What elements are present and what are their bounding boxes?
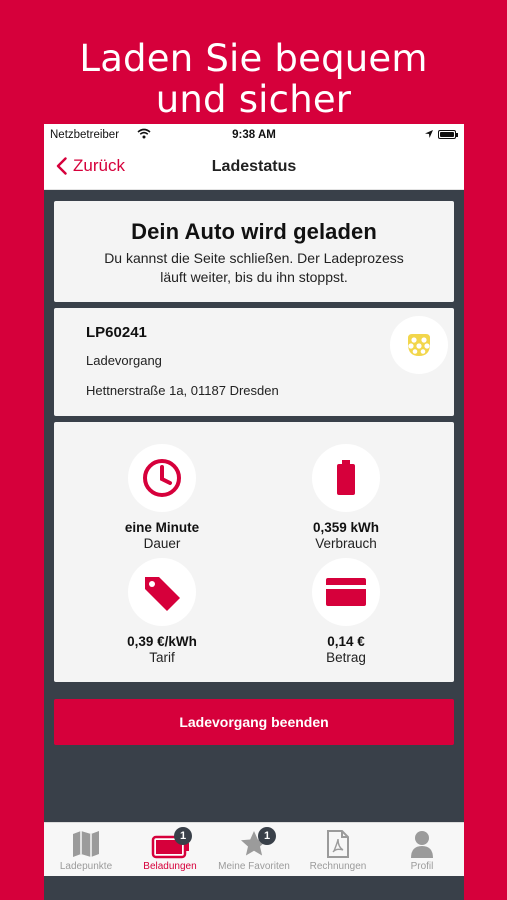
price-tag-icon	[128, 558, 196, 626]
consumption-value: 0,359 kWh	[312, 520, 380, 535]
battery-status-icon	[438, 130, 458, 139]
phone-screen: Netzbetreiber 9:38 AM Zurück Ladestatus …	[44, 124, 464, 900]
tab-rechnungen[interactable]: Rechnungen	[296, 823, 380, 877]
clock-time: 9:38 AM	[232, 129, 276, 141]
stat-duration: eine Minute Dauer	[62, 444, 262, 551]
duration-label: Dauer	[143, 536, 181, 551]
amount-value: 0,14 €	[327, 634, 365, 649]
tab-label: Profil	[410, 861, 434, 872]
plug-type2-icon	[390, 316, 448, 374]
battery-icon	[312, 444, 380, 512]
station-card: LP60241 Ladevorgang Hettnerstraße 1a, 01…	[54, 308, 454, 416]
promo-headline: Laden Sie bequem und sicher	[0, 38, 507, 120]
tariff-value: 0,39 €/kWh	[127, 634, 197, 649]
promo-line-2: und sicher	[155, 78, 352, 121]
location-arrow-icon	[424, 129, 434, 142]
pdf-document-icon	[327, 830, 349, 858]
tab-beladungen[interactable]: 1 Beladungen	[128, 823, 212, 877]
tab-favoriten[interactable]: 1 Meine Favoriten	[212, 823, 296, 877]
amount-label: Betrag	[326, 650, 366, 665]
map-icon	[73, 831, 99, 857]
tab-bar: Ladepunkte 1 Beladungen 1 Meine Favorite…	[44, 822, 464, 876]
promo-line-1: Laden Sie bequem	[79, 37, 428, 80]
charging-status-card: Dein Auto wird geladen Du kannst die Sei…	[54, 201, 454, 302]
charging-info-line-1: Du kannst die Seite schließen. Der Ladep…	[104, 250, 404, 266]
duration-value: eine Minute	[124, 520, 200, 535]
stat-tariff: 0,39 €/kWh Tarif	[62, 558, 262, 665]
charging-info-line-2: läuft weiter, bis du ihn stoppst.	[160, 269, 348, 285]
charging-heading: Dein Auto wird geladen	[131, 219, 377, 244]
charging-info-text: Du kannst die Seite schließen. Der Ladep…	[54, 249, 454, 287]
tab-badge: 1	[174, 827, 192, 845]
status-bar: Netzbetreiber 9:38 AM	[44, 124, 464, 146]
tariff-label: Tarif	[149, 650, 175, 665]
tab-label: Beladungen	[143, 861, 197, 872]
station-type: Ladevorgang	[86, 353, 162, 368]
page-title: Ladestatus	[211, 158, 297, 175]
tab-label: Ladepunkte	[59, 861, 113, 872]
stat-consumption: 0,359 kWh Verbrauch	[246, 444, 446, 551]
tab-label: Meine Favoriten	[218, 861, 290, 872]
tab-ladepunkte[interactable]: Ladepunkte	[44, 823, 128, 877]
consumption-label: Verbrauch	[315, 536, 377, 551]
station-address: Hettnerstraße 1a, 01187 Dresden	[86, 383, 279, 398]
tab-profil[interactable]: Profil	[380, 823, 464, 877]
credit-card-icon	[312, 558, 380, 626]
tab-badge: 1	[258, 827, 276, 845]
charging-stats-card: eine Minute Dauer 0,359 kWh Verbrauch 0,…	[54, 422, 454, 682]
stat-amount: 0,14 € Betrag	[246, 558, 446, 665]
tab-label: Rechnungen	[309, 861, 367, 872]
clock-icon	[128, 444, 196, 512]
navigation-bar: Zurück Ladestatus	[44, 146, 464, 190]
person-icon	[411, 831, 433, 858]
end-charging-button[interactable]: Ladevorgang beenden	[54, 699, 454, 745]
station-code: LP60241	[86, 324, 147, 341]
